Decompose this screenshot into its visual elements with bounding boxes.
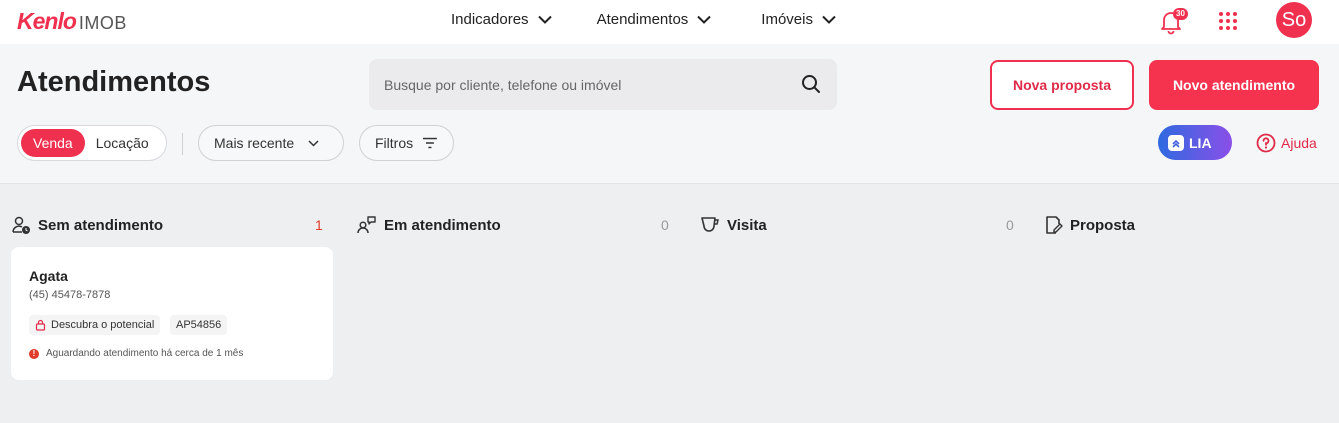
lead-tag: Descubra o potencial xyxy=(29,315,161,335)
apps-grid-icon[interactable] xyxy=(1219,12,1237,30)
logo-mark: Kenlo xyxy=(17,8,77,34)
top-navbar: Kenlo IMOB Indicadores Atendimentos Imóv… xyxy=(0,0,1339,44)
column-title: Proposta xyxy=(1070,216,1136,234)
nav-imoveis[interactable]: Imóveis xyxy=(761,11,836,28)
filters-button[interactable]: Filtros xyxy=(359,125,454,161)
nav-atendimentos[interactable]: Atendimentos xyxy=(597,11,712,28)
column-header-proposta: Proposta xyxy=(1045,214,1135,236)
nav-atendimentos-label: Atendimentos xyxy=(596,11,689,28)
toggle-venda[interactable]: Venda xyxy=(21,129,85,157)
filter-divider xyxy=(182,133,183,155)
lead-status-text: Aguardando atendimento há cerca de 1 mês xyxy=(46,348,244,359)
filters-label: Filtros xyxy=(375,135,414,151)
column-title: Sem atendimento xyxy=(38,216,164,234)
user-avatar[interactable]: So xyxy=(1276,2,1312,38)
column-count: 0 xyxy=(1006,217,1014,233)
sort-dropdown[interactable]: Mais recente xyxy=(198,125,344,161)
nav-imoveis-label: Imóveis xyxy=(761,11,813,28)
lia-label: LIA xyxy=(1189,134,1212,151)
lock-icon xyxy=(35,319,46,331)
notification-badge: 30 xyxy=(1173,8,1188,20)
lead-card[interactable]: Agata (45) 45478-7878 Descubra o potenci… xyxy=(11,247,333,380)
search-box xyxy=(369,59,837,110)
lead-status: ! Aguardando atendimento há cerca de 1 m… xyxy=(29,348,243,359)
help-link[interactable]: Ajuda xyxy=(1256,133,1317,153)
nav-indicadores[interactable]: Indicadores xyxy=(451,11,552,28)
column-header-sem-atendimento: Sem atendimento xyxy=(11,214,163,236)
users-chat-icon xyxy=(357,216,376,234)
column-count: 1 xyxy=(315,217,323,233)
property-code-tag: AP54856 xyxy=(170,315,228,335)
search-input[interactable] xyxy=(369,59,789,110)
sort-label: Mais recente xyxy=(214,135,295,151)
filter-lines-icon xyxy=(423,137,438,149)
logo-sub: IMOB xyxy=(78,13,127,33)
column-header-em-atendimento: Em atendimento xyxy=(357,214,501,236)
help-label: Ajuda xyxy=(1281,135,1317,151)
page-title: Atendimentos xyxy=(17,66,211,98)
column-title: Visita xyxy=(727,216,767,234)
column-header-visita: Visita xyxy=(700,214,767,236)
user-clock-icon xyxy=(12,216,30,234)
question-circle-icon xyxy=(1256,133,1276,153)
chevron-down-icon xyxy=(537,15,552,24)
search-icon[interactable] xyxy=(801,74,821,94)
lead-tag-label: Descubra o potencial xyxy=(51,319,155,331)
deal-type-toggle: Venda Locação xyxy=(17,125,167,161)
alert-icon: ! xyxy=(29,348,39,359)
main-menu: Indicadores Atendimentos Imóveis xyxy=(451,11,836,28)
lia-logo-icon xyxy=(1168,134,1184,151)
file-edit-icon xyxy=(1046,216,1063,234)
chevron-down-icon xyxy=(822,15,836,24)
kenlo-logo[interactable]: Kenlo IMOB xyxy=(17,8,127,35)
lead-name: Agata xyxy=(29,268,68,284)
column-count: 0 xyxy=(661,217,669,233)
chevron-down-icon xyxy=(697,15,712,24)
new-proposal-button[interactable]: Nova proposta xyxy=(990,60,1134,110)
page-header: Atendimentos Nova proposta Novo atendime… xyxy=(0,44,1339,184)
toggle-locacao[interactable]: Locação xyxy=(96,135,149,151)
coffee-cup-icon xyxy=(701,217,719,232)
chevron-down-icon xyxy=(308,139,319,147)
new-service-button[interactable]: Novo atendimento xyxy=(1149,60,1319,110)
column-title: Em atendimento xyxy=(384,216,501,234)
nav-indicadores-label: Indicadores xyxy=(451,11,529,28)
lead-phone: (45) 45478-7878 xyxy=(29,289,111,301)
lia-assistant-button[interactable]: LIA xyxy=(1158,125,1232,160)
